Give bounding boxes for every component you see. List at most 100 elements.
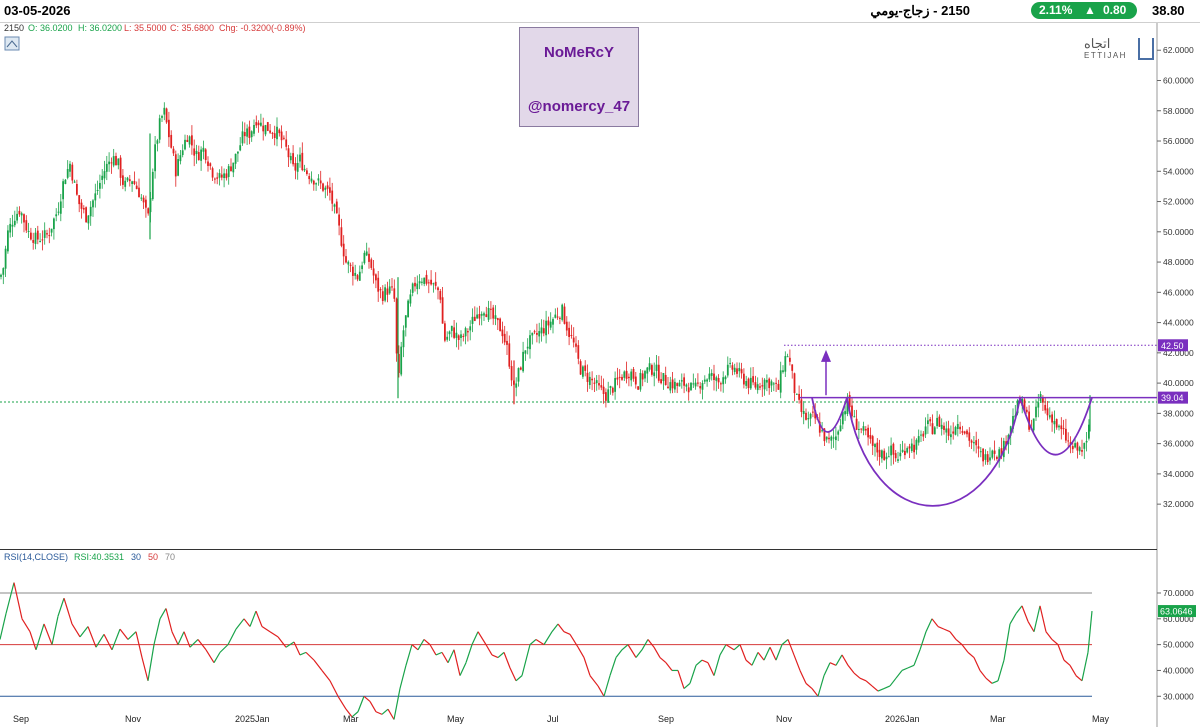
candle-body — [756, 384, 759, 391]
candle-body — [924, 426, 927, 435]
candle-body — [1025, 409, 1028, 413]
candle-body — [1058, 425, 1060, 428]
candle-body — [559, 317, 561, 319]
candle-body — [897, 459, 899, 461]
candle-body — [418, 281, 421, 284]
candle-body — [1083, 442, 1086, 449]
candle-body — [273, 133, 276, 138]
candle-body — [1032, 418, 1035, 431]
price-marker-label: 39.04 — [1161, 393, 1184, 403]
candle-body — [73, 181, 76, 183]
candle-body — [409, 294, 412, 304]
rsi-segment — [603, 675, 611, 697]
candle-body — [938, 416, 941, 427]
rsi-segment — [745, 659, 753, 666]
candle-body — [582, 366, 584, 377]
rsi-segment — [799, 670, 807, 684]
date-label: Nov — [125, 714, 142, 724]
candle-body — [372, 268, 375, 276]
candle-body — [225, 173, 228, 179]
candle-body — [326, 185, 329, 189]
candle-body — [140, 197, 143, 199]
rsi-segment — [769, 646, 777, 661]
rsi-segment — [1033, 605, 1041, 632]
candle-body — [561, 304, 564, 320]
candle-body — [657, 364, 660, 381]
rsi-segment — [967, 651, 975, 658]
candle-body — [529, 335, 531, 350]
price-tick-label: 38.0000 — [1163, 408, 1194, 418]
candle-body — [676, 383, 679, 386]
price-tick-label: 40.0000 — [1163, 378, 1194, 388]
candle-body — [503, 333, 506, 343]
candle-body — [715, 377, 718, 381]
candle-body — [522, 351, 524, 372]
rsi-tick-label: 50.0000 — [1163, 640, 1194, 650]
candle-body — [76, 184, 78, 195]
candle-body — [867, 427, 869, 438]
candle-body — [685, 384, 688, 387]
candle-body — [345, 256, 347, 263]
date-label: 2025Jan — [235, 714, 270, 724]
candle-body — [64, 179, 67, 184]
candle-body — [430, 279, 432, 285]
candle-body — [694, 382, 697, 387]
candle-body — [126, 177, 129, 181]
rsi-segment — [763, 646, 771, 661]
candle-body — [404, 315, 407, 328]
rsi-segment — [543, 631, 553, 645]
rsi-segment — [787, 639, 795, 656]
candle-body — [591, 378, 593, 381]
candle-body — [41, 239, 44, 241]
rsi-segment — [435, 651, 443, 656]
rsi-segment — [707, 662, 715, 676]
candle-body — [391, 286, 393, 288]
candle-body — [655, 364, 658, 371]
candle-body — [89, 206, 92, 217]
candle-body — [973, 442, 975, 444]
grid-icon[interactable] — [4, 36, 20, 51]
candle-body — [358, 271, 361, 281]
rsi-segment — [159, 608, 167, 620]
candle-body — [795, 393, 798, 395]
candle-body — [85, 207, 87, 223]
rsi-segment — [189, 639, 199, 648]
candle-body — [609, 386, 612, 388]
rsi-segment — [925, 618, 933, 632]
rsi-segment — [471, 631, 479, 645]
candle-body — [701, 383, 704, 390]
candle-body — [115, 155, 117, 166]
candle-body — [692, 383, 695, 385]
candle-body — [1067, 440, 1070, 442]
candle-body — [565, 321, 568, 331]
candle-body — [427, 282, 430, 284]
candle-body — [600, 385, 603, 388]
candle-body — [552, 319, 554, 325]
candle-body — [1048, 415, 1051, 418]
ohlc-close: C: 35.6800 — [170, 23, 214, 33]
candle-body — [770, 381, 773, 386]
candle-body — [674, 381, 676, 390]
candle-body — [922, 433, 925, 437]
candle-body — [929, 419, 932, 422]
rsi-segment — [529, 639, 537, 646]
rsi-segment — [329, 680, 339, 697]
rsi-segment — [1039, 605, 1047, 632]
candle-body — [945, 428, 948, 433]
candle-body — [142, 197, 145, 203]
candle-body — [699, 386, 702, 389]
rsi-segment — [713, 654, 721, 676]
candle-body — [563, 306, 566, 324]
candle-body — [379, 289, 382, 291]
candle-body — [437, 287, 439, 291]
rsi-segment — [477, 631, 487, 645]
candle-body — [533, 331, 536, 333]
price-tick-label: 56.0000 — [1163, 136, 1194, 146]
candle-body — [200, 149, 202, 161]
candle-body — [947, 428, 950, 436]
candle-body — [299, 154, 301, 162]
candle-body — [464, 328, 467, 337]
candle-body — [786, 356, 789, 358]
candle-body — [496, 318, 499, 321]
candle-body — [595, 380, 598, 384]
